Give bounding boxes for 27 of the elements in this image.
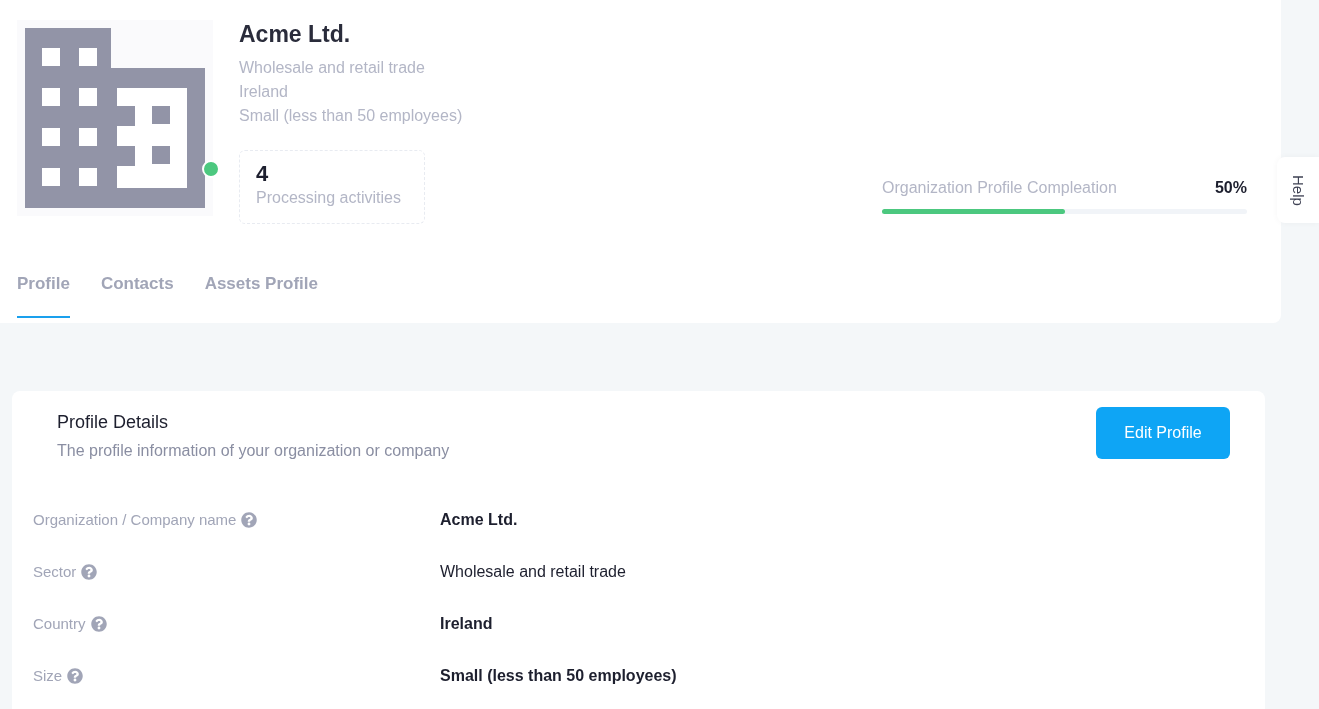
field-label: Size <box>33 667 63 684</box>
completion-label: Organization Profile Compleation <box>882 179 1117 197</box>
field-label: Sector <box>33 563 77 580</box>
organization-size: Small (less than 50 employees) <box>239 106 464 126</box>
completion-reading: 50% <box>1214 179 1247 197</box>
section-title: Profile Details <box>57 412 170 433</box>
help-icon[interactable] <box>67 667 84 684</box>
organization-sector: Wholesale and retail trade <box>239 58 426 78</box>
field-label: Organization / Company name <box>33 511 237 528</box>
stat-value: 4 <box>256 161 270 187</box>
help-icon[interactable] <box>241 511 258 528</box>
field-value: Small (less than 50 employees) <box>440 666 678 685</box>
field-label: Country <box>33 615 86 632</box>
help-tab[interactable]: Help <box>1277 157 1319 223</box>
tab[interactable]: Assets Profile <box>204 274 319 318</box>
field-value: Acme Ltd. <box>440 510 519 529</box>
stat-label: Processing activities <box>256 189 402 207</box>
field-value: Wholesale and retail trade <box>440 562 627 581</box>
organization-country: Ireland <box>239 82 289 102</box>
section-subtitle: The profile information of your organization or company <box>57 442 450 460</box>
tab[interactable]: Profile <box>17 274 70 318</box>
field-value: Ireland <box>440 614 494 633</box>
organization-name: Acme Ltd. <box>239 21 352 48</box>
edit-profile-button[interactable]: Edit Profile <box>1096 407 1230 459</box>
help-icon[interactable] <box>81 563 98 580</box>
tab[interactable]: Contacts <box>100 274 174 318</box>
help-icon[interactable] <box>90 615 107 632</box>
